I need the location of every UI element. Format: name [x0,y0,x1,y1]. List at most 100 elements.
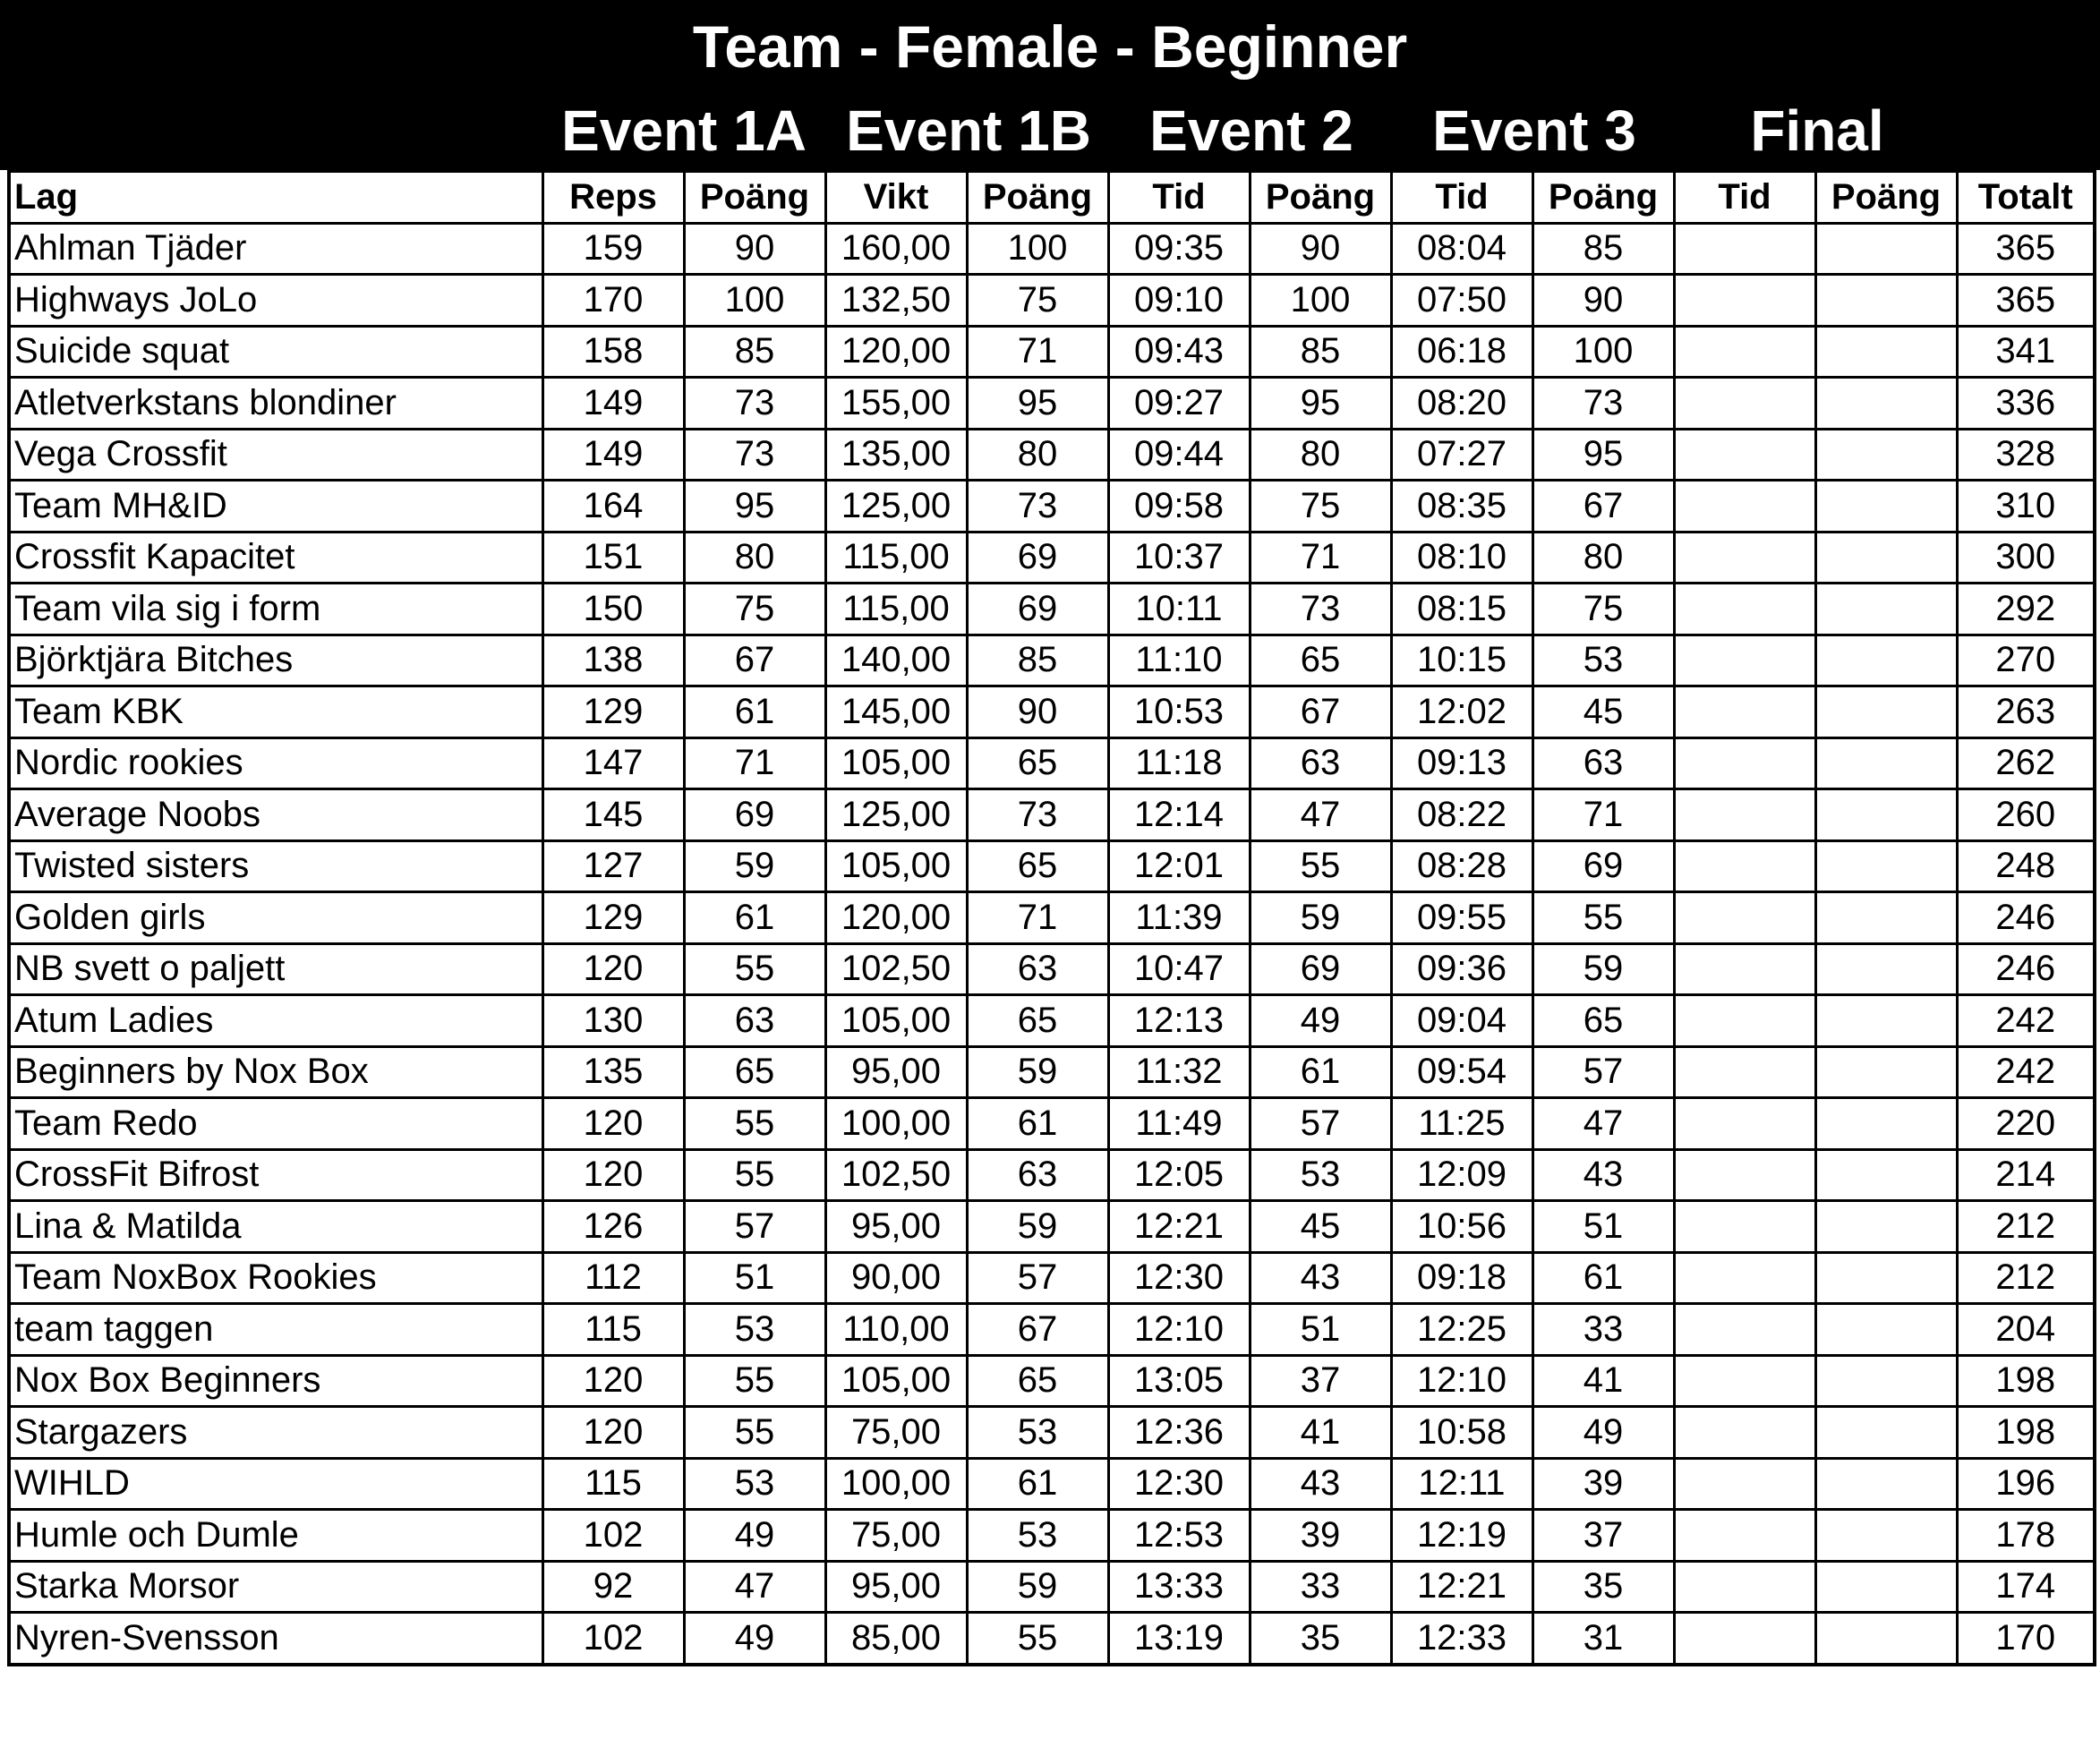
cell-final-time [1672,376,1817,430]
cell-team: Team NoxBox Rookies [7,1250,544,1305]
column-header-ev2-time: Tid [1106,170,1251,225]
cell-reps: 120 [541,1405,686,1460]
cell-ev2-points: 59 [1248,891,1393,945]
results-body: Ahlman Tjäder 159 90 160,00 100 09:35 90 08:04 8… [7,221,2096,1666]
cell-ev2-time: 10:37 [1106,530,1251,584]
cell-final-points [1814,1456,1959,1511]
cell-ev2-points: 73 [1248,582,1393,636]
cell-final-time [1672,1405,1817,1460]
cell-ev1b-points: 65 [965,736,1110,790]
cell-total: 242 [1955,1044,2096,1099]
cell-ev2-time: 12:10 [1106,1302,1251,1357]
cell-ev2-time: 09:27 [1106,376,1251,430]
cell-ev2-time: 11:32 [1106,1044,1251,1099]
cell-ev2-points: 41 [1248,1405,1393,1460]
cell-final-points [1814,891,1959,945]
column-header-final-points: Poäng [1814,170,1959,225]
cell-reps: 102 [541,1611,686,1666]
cell-final-points [1814,582,1959,636]
cell-weight: 95,00 [824,1559,969,1614]
cell-final-time [1672,685,1817,739]
cell-ev3-time: 12:02 [1389,685,1534,739]
cell-team: Starka Morsor [7,1559,544,1614]
cell-ev3-points: 69 [1531,839,1676,893]
cell-team: Nordic rookies [7,736,544,790]
cell-final-points [1814,839,1959,893]
cell-weight: 95,00 [824,1044,969,1099]
cell-final-time [1672,324,1817,379]
cell-final-time [1672,633,1817,687]
cell-team: Ahlman Tjäder [7,221,544,276]
cell-ev2-time: 12:30 [1106,1250,1251,1305]
cell-final-points [1814,1508,1959,1563]
cell-ev1b-points: 61 [965,1096,1110,1151]
cell-final-time [1672,839,1817,893]
cell-ev1a-points: 73 [682,427,827,481]
cell-ev2-points: 95 [1248,376,1393,430]
cell-ev1a-points: 80 [682,530,827,584]
cell-ev2-time: 10:53 [1106,685,1251,739]
cell-ev1b-points: 61 [965,1456,1110,1511]
cell-ev3-points: 61 [1531,1250,1676,1305]
cell-ev3-time: 06:18 [1389,324,1534,379]
cell-ev1a-points: 47 [682,1559,827,1614]
cell-ev2-points: 45 [1248,1199,1393,1254]
table-row: Atletverkstans blondiner 149 73 155,00 95 09:… [7,376,2096,430]
cell-ev2-points: 71 [1248,530,1393,584]
column-header-ev1a-points: Poäng [682,170,827,225]
cell-weight: 100,00 [824,1456,969,1511]
cell-team: Beginners by Nox Box [7,1044,544,1099]
cell-total: 248 [1955,839,2096,893]
column-header-ev1b-points: Poäng [965,170,1110,225]
cell-ev3-points: 71 [1531,788,1676,842]
cell-total: 341 [1955,324,2096,379]
cell-total: 263 [1955,685,2096,739]
cell-ev2-time: 11:39 [1106,891,1251,945]
cell-weight: 75,00 [824,1508,969,1563]
cell-weight: 132,50 [824,273,969,328]
cell-weight: 105,00 [824,839,969,893]
cell-ev3-time: 09:36 [1389,942,1534,996]
cell-ev2-points: 43 [1248,1456,1393,1511]
cell-weight: 125,00 [824,788,969,842]
cell-team: Atum Ladies [7,993,544,1048]
cell-ev1a-points: 63 [682,993,827,1048]
cell-final-time [1672,942,1817,996]
cell-final-time [1672,1456,1817,1511]
cell-weight: 160,00 [824,221,969,276]
cell-ev3-points: 47 [1531,1096,1676,1151]
cell-team: Highways JoLo [7,273,544,328]
cell-ev3-time: 08:35 [1389,479,1534,533]
cell-ev2-time: 11:10 [1106,633,1251,687]
header-band: Team - Female - Beginner Event 1A Event … [0,0,2100,170]
cell-final-points [1814,376,1959,430]
cell-ev1a-points: 95 [682,479,827,533]
cell-ev3-time: 09:04 [1389,993,1534,1048]
table-row: Team KBK 129 61 145,00 90 10:53 67 12:02 45 263 [7,685,2096,739]
cell-reps: 115 [541,1456,686,1511]
cell-team: CrossFit Bifrost [7,1147,544,1202]
cell-ev1a-points: 55 [682,1147,827,1202]
cell-ev1a-points: 49 [682,1508,827,1563]
table-row: Ahlman Tjäder 159 90 160,00 100 09:35 90 08:04 8… [7,221,2096,276]
cell-reps: 120 [541,942,686,996]
cell-final-points [1814,427,1959,481]
cell-ev2-time: 12:01 [1106,839,1251,893]
table-row: Lina & Matilda 126 57 95,00 59 12:21 45 10:56 51… [7,1199,2096,1254]
cell-ev1a-points: 51 [682,1250,827,1305]
cell-final-time [1672,1096,1817,1151]
cell-ev1b-points: 53 [965,1405,1110,1460]
cell-ev2-points: 51 [1248,1302,1393,1357]
cell-total: 196 [1955,1456,2096,1511]
cell-ev1b-points: 65 [965,993,1110,1048]
cell-weight: 120,00 [824,891,969,945]
cell-reps: 92 [541,1559,686,1614]
cell-weight: 140,00 [824,633,969,687]
cell-ev3-points: 41 [1531,1353,1676,1408]
cell-reps: 115 [541,1302,686,1357]
cell-team: Nox Box Beginners [7,1353,544,1408]
cell-ev3-time: 09:18 [1389,1250,1534,1305]
cell-final-time [1672,788,1817,842]
cell-ev3-points: 31 [1531,1611,1676,1666]
cell-ev1b-points: 71 [965,891,1110,945]
